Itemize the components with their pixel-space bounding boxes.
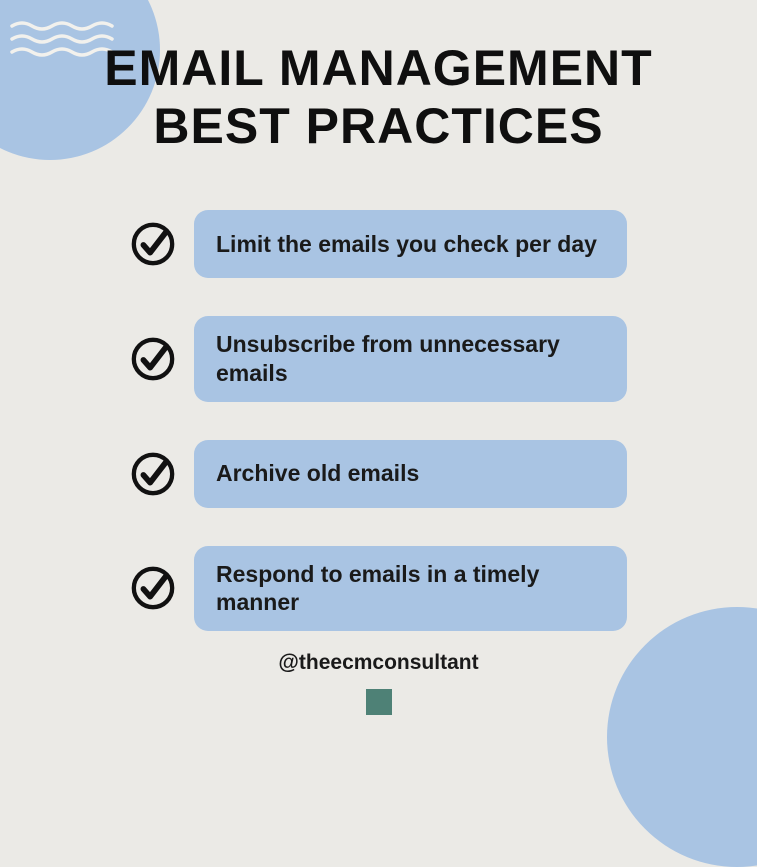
checkmark-icon (130, 336, 176, 382)
practice-text: Respond to emails in a timely manner (216, 560, 605, 618)
list-item: Archive old emails (130, 440, 627, 508)
practice-bubble: Limit the emails you check per day (194, 210, 627, 278)
list-item: Respond to emails in a timely manner (130, 546, 627, 632)
social-handle: @theecmconsultant (0, 651, 757, 675)
checkmark-icon (130, 451, 176, 497)
practice-text: Limit the emails you check per day (216, 230, 597, 259)
decorative-circle-bottom-right (607, 607, 757, 867)
practice-text: Archive old emails (216, 459, 419, 488)
practices-list: Limit the emails you check per day Unsub… (0, 210, 757, 631)
page-title: EMAIL MANAGEMENT BEST PRACTICES (0, 0, 757, 155)
title-line-1: EMAIL MANAGEMENT (104, 40, 652, 96)
decorative-square (366, 689, 392, 715)
checkmark-icon (130, 221, 176, 267)
checkmark-icon (130, 565, 176, 611)
practice-bubble: Archive old emails (194, 440, 627, 508)
practice-bubble: Unsubscribe from unnecessary emails (194, 316, 627, 402)
list-item: Limit the emails you check per day (130, 210, 627, 278)
list-item: Unsubscribe from unnecessary emails (130, 316, 627, 402)
practice-text: Unsubscribe from unnecessary emails (216, 330, 605, 388)
footer: @theecmconsultant (0, 651, 757, 715)
practice-bubble: Respond to emails in a timely manner (194, 546, 627, 632)
title-line-2: BEST PRACTICES (153, 98, 603, 154)
